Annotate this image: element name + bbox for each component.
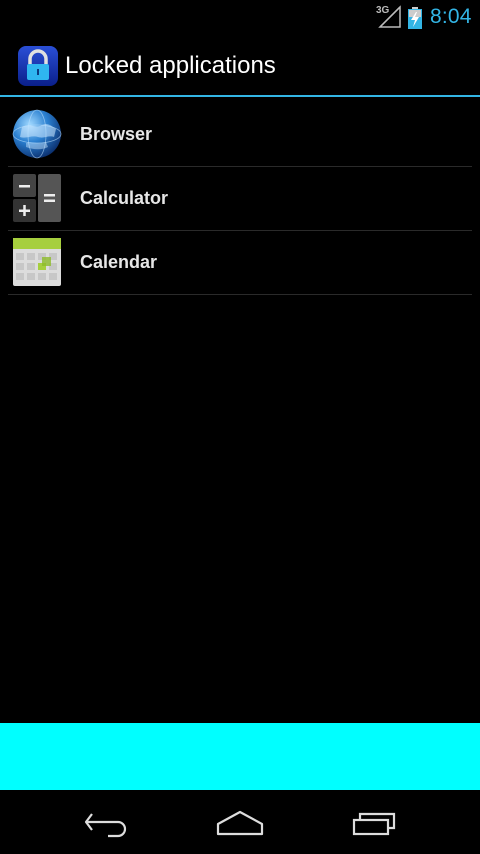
list-item-label: Calendar — [80, 252, 158, 272]
app-list: Browser Calculator Calendar — [0, 103, 480, 295]
recent-apps-icon[interactable] — [344, 804, 404, 840]
action-bar: Locked applications — [0, 36, 480, 95]
clock: 8:04 — [430, 5, 472, 28]
navigation-bar — [0, 790, 480, 854]
list-item-browser[interactable]: Browser — [8, 103, 472, 167]
back-icon[interactable] — [76, 804, 136, 840]
list-item-calculator[interactable]: Calculator — [8, 167, 472, 231]
list-item-label: Browser — [80, 124, 153, 144]
calendar-icon — [13, 238, 61, 286]
action-bar-divider — [0, 95, 480, 97]
status-bar: 3G 8:04 — [0, 0, 480, 36]
banner[interactable] — [0, 723, 480, 790]
home-icon[interactable] — [210, 804, 270, 840]
lock-icon[interactable] — [18, 46, 58, 86]
browser-globe-icon — [12, 109, 62, 159]
network-type: 3G — [376, 5, 390, 16]
list-item-label: Calculator — [80, 188, 169, 208]
battery-charging-icon — [408, 7, 422, 29]
calculator-icon — [13, 174, 61, 222]
page-title: Locked applications — [65, 52, 276, 79]
list-item-calendar[interactable]: Calendar — [8, 231, 472, 295]
